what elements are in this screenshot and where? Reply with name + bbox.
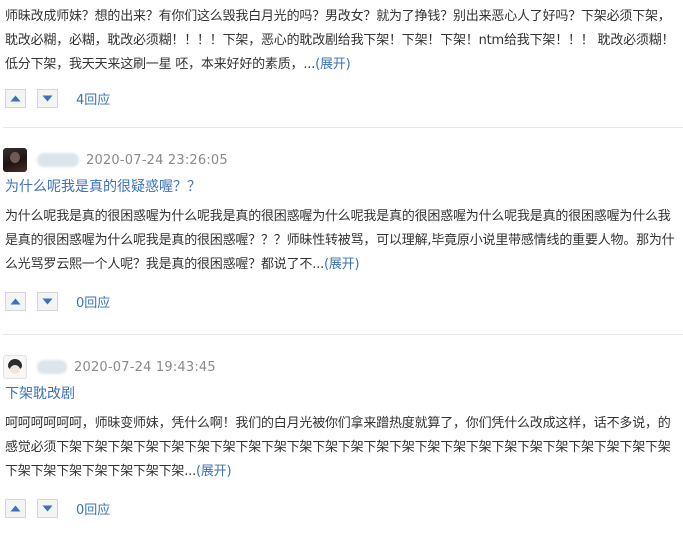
downvote-button[interactable]: [37, 291, 58, 311]
expand-link[interactable]: (展开): [315, 57, 351, 72]
upvote-button[interactable]: [5, 498, 26, 518]
triangle-up-icon: [10, 505, 21, 511]
expand-link[interactable]: (展开): [196, 464, 232, 479]
triangle-up-icon: [10, 95, 21, 101]
reply-count-link[interactable]: 4回应: [76, 89, 110, 108]
upvote-button[interactable]: [5, 88, 26, 108]
review-meta: 2020-07-24 19:43:45: [0, 351, 683, 383]
username-redacted: [37, 153, 79, 167]
review-actions: 0回应: [0, 494, 683, 522]
review-body: 为什么呢我是真的很困惑喔为什么呢我是真的很困惑喔为什么呢我是真的很困惑喔为什么呢…: [0, 205, 683, 277]
downvote-button[interactable]: [37, 498, 58, 518]
review-title[interactable]: 为什么呢我是真的很疑惑喔？？: [0, 176, 683, 198]
timestamp: 2020-07-24 19:43:45: [74, 359, 216, 375]
review-actions: 4回应: [0, 84, 683, 112]
review-meta: 2020-07-24 23:26:05: [0, 144, 683, 176]
review-item: 师昧改成师妹？想的出来？有你们这么毁我白月光的吗？男改女？就为了挣钱？别出来恶心…: [0, 0, 683, 112]
review-title[interactable]: 下架耽改剧: [0, 383, 683, 405]
divider: [3, 334, 683, 335]
timestamp: 2020-07-24 23:26:05: [86, 152, 228, 168]
downvote-button[interactable]: [37, 88, 58, 108]
reply-count-link[interactable]: 0回应: [76, 499, 110, 518]
username-redacted: [37, 360, 67, 374]
triangle-down-icon: [42, 505, 53, 511]
review-item: 2020-07-24 23:26:05 为什么呢我是真的很疑惑喔？？ 为什么呢我…: [0, 144, 683, 315]
review-body: 师昧改成师妹？想的出来？有你们这么毁我白月光的吗？男改女？就为了挣钱？别出来恶心…: [0, 0, 683, 77]
upvote-button[interactable]: [5, 291, 26, 311]
expand-link[interactable]: (展开): [324, 257, 360, 272]
triangle-up-icon: [10, 298, 21, 304]
reply-count-link[interactable]: 0回应: [76, 292, 110, 311]
avatar[interactable]: [3, 355, 27, 379]
triangle-down-icon: [42, 95, 53, 101]
review-body: 呵呵呵呵呵呵，师昧变师妹，凭什么啊！我们的白月光被你们拿来蹭热度就算了，你们凭什…: [0, 412, 683, 484]
divider: [3, 127, 683, 128]
review-item: 2020-07-24 19:43:45 下架耽改剧 呵呵呵呵呵呵，师昧变师妹，凭…: [0, 351, 683, 522]
triangle-down-icon: [42, 298, 53, 304]
avatar[interactable]: [3, 148, 27, 172]
review-actions: 0回应: [0, 287, 683, 315]
review-text: 呵呵呵呵呵呵，师昧变师妹，凭什么啊！我们的白月光被你们拿来蹭热度就算了，你们凭什…: [5, 416, 671, 479]
